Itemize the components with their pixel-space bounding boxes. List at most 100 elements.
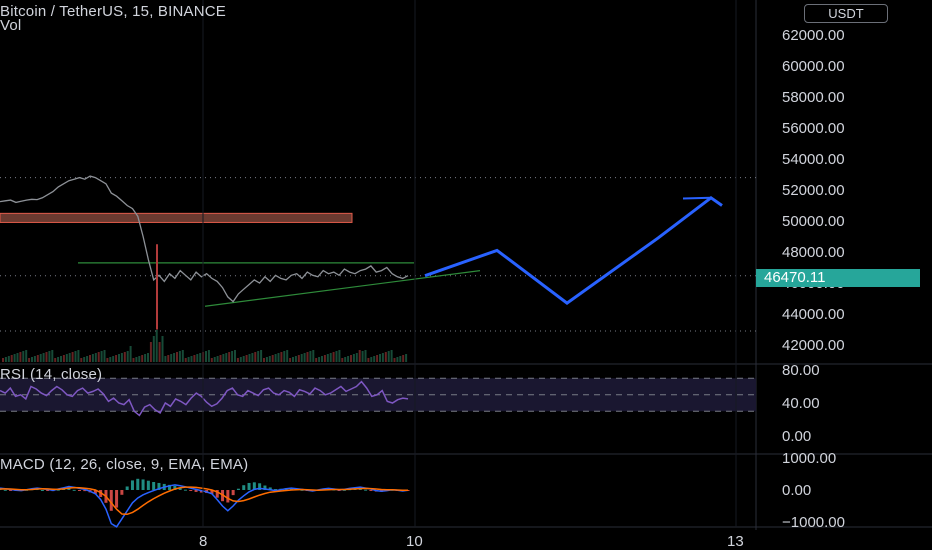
volume-bar: [83, 357, 86, 362]
macd-histogram-bar: [115, 490, 119, 508]
volume-bar: [181, 350, 184, 362]
volume-bar: [39, 354, 42, 362]
macd-tick-label: 0.00: [782, 482, 811, 499]
volume-bar: [74, 351, 77, 362]
volume-bar: [57, 357, 60, 362]
price-tick-label: 60000.00: [782, 58, 845, 75]
volume-bar: [361, 351, 364, 362]
volume-bar: [326, 354, 329, 362]
volume-bar: [338, 350, 341, 362]
rsi-tick-label: 80.00: [782, 362, 820, 379]
rsi-tick-label: 40.00: [782, 395, 820, 412]
price-tick-label: 50000.00: [782, 213, 845, 230]
volume-bar: [405, 354, 408, 362]
volume-bar: [329, 353, 332, 362]
volume-bar: [161, 336, 164, 362]
macd-histogram-bar: [247, 482, 251, 490]
volume-bar: [199, 353, 202, 362]
volume-bar: [176, 352, 178, 362]
volume-bar: [213, 357, 216, 362]
volume-bar: [381, 353, 384, 362]
macd-histogram-bar: [189, 490, 193, 491]
volume-bar: [45, 352, 48, 362]
volume-bar: [205, 351, 207, 362]
volume-bar: [396, 357, 399, 362]
volume-bar: [312, 350, 315, 362]
volume-bar: [323, 355, 326, 362]
price-tick-label: 58000.00: [782, 89, 845, 106]
volume-bar: [399, 356, 402, 362]
volume-bar: [289, 358, 292, 362]
volume-bar: [112, 356, 115, 362]
currency-button[interactable]: USDT: [804, 4, 888, 23]
volume-bar: [318, 357, 321, 362]
volume-bar: [274, 354, 277, 362]
volume-bar: [152, 336, 155, 362]
price-tick-label: 48000.00: [782, 244, 845, 261]
volume-bar: [173, 353, 176, 362]
volume-bar: [355, 353, 358, 362]
volume-bar: [65, 354, 68, 362]
price-tick-label: 54000.00: [782, 151, 845, 168]
volume-bar: [86, 356, 89, 362]
volume-bar: [94, 353, 97, 362]
volume-bar: [236, 358, 239, 362]
volume-bar: [303, 353, 306, 362]
volume-bar: [254, 352, 257, 362]
volume-bar: [7, 356, 10, 362]
price-tick-label: 44000.00: [782, 306, 845, 323]
volume-bar: [387, 351, 390, 362]
volume-bar: [13, 354, 16, 362]
volume-bar: [129, 346, 132, 362]
rsi-label: RSI (14, close): [0, 366, 103, 383]
volume-bar: [103, 350, 106, 362]
volume-bar: [239, 357, 242, 362]
volume-bar: [228, 352, 231, 362]
volume-bar: [300, 354, 303, 362]
volume-bar: [219, 355, 222, 362]
volume-bar: [10, 355, 13, 362]
macd-histogram-bar: [3, 489, 7, 491]
price-tick-label: 42000.00: [782, 337, 845, 354]
volume-bar: [60, 356, 62, 362]
macd-histogram-bar: [130, 480, 134, 490]
volume-bar: [100, 351, 103, 362]
volume-bar: [193, 355, 196, 362]
volume-bar: [144, 354, 147, 362]
price-tick-label: 52000.00: [782, 182, 845, 199]
volume-bar: [286, 350, 289, 362]
time-tick-label: 13: [727, 533, 744, 550]
volume-bar: [225, 353, 228, 362]
volume-bar: [332, 352, 335, 362]
volume-bar: [138, 356, 141, 362]
volume-bar: [260, 350, 263, 362]
macd-histogram-bar: [40, 490, 44, 491]
volume-bar: [294, 356, 297, 362]
volume-bar: [367, 358, 370, 362]
volume-bar: [309, 351, 312, 362]
volume-bar: [265, 357, 268, 362]
time-tick-label: 10: [406, 533, 423, 550]
volume-bar: [216, 356, 219, 362]
chart-title: Bitcoin / TetherUS, 15, BINANCE: [0, 3, 227, 20]
volume-bar: [352, 354, 355, 362]
projection-path: [424, 195, 723, 305]
support-trendline: [204, 270, 481, 307]
volume-bar: [33, 356, 36, 362]
macd-histogram-bar: [183, 489, 187, 491]
volume-bar: [370, 357, 373, 362]
price-tick-label: 62000.00: [782, 27, 845, 44]
projection-arrow: [682, 196, 712, 200]
volume-bar: [242, 356, 245, 362]
volume-bar: [62, 355, 65, 362]
volume-bar: [402, 355, 405, 362]
volume-bar: [28, 358, 31, 362]
volume-bar: [376, 355, 379, 362]
volume-bar: [251, 353, 254, 362]
macd-histogram-bar: [141, 479, 145, 490]
macd-histogram-bar: [242, 485, 246, 490]
price-tick-label: 56000.00: [782, 120, 845, 137]
volume-bar: [120, 353, 123, 362]
volume-bar: [358, 350, 361, 362]
volume-bar: [155, 330, 158, 362]
